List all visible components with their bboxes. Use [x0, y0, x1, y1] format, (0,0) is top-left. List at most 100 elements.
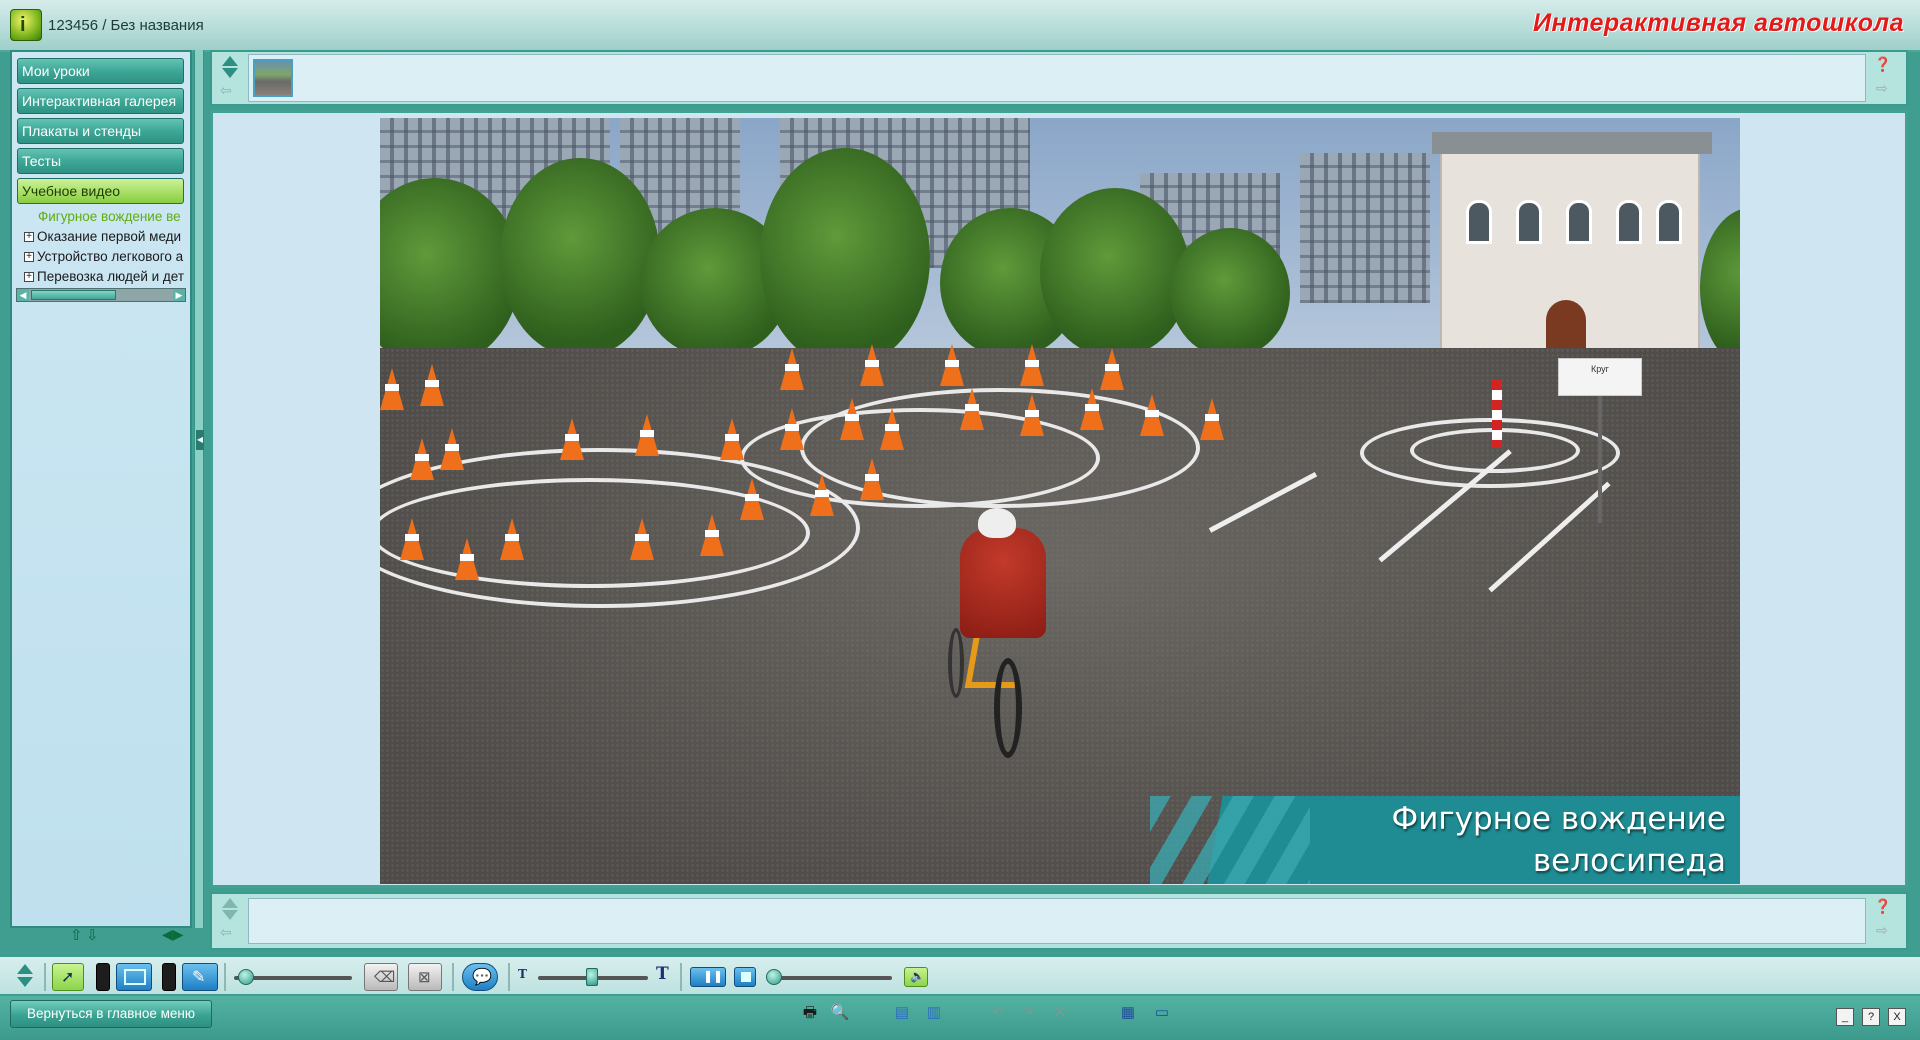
scroll-left-icon[interactable]: ◀ — [17, 289, 29, 301]
video-cone — [940, 344, 964, 386]
fullscreen-icon[interactable]: ▭ — [1152, 1004, 1172, 1022]
tree-horizontal-scrollbar[interactable]: ◀ ▶ — [16, 288, 186, 302]
video-cone — [410, 438, 434, 480]
redo-icon[interactable]: ↷ — [1018, 1004, 1038, 1022]
bottom-bar: Вернуться в главное меню 🖶 🔍 ▤ ▥ ↶ ↷ ✕ ▦… — [0, 996, 1920, 1040]
font-size-slider-knob[interactable] — [586, 968, 598, 986]
expand-icon[interactable]: + — [24, 272, 34, 283]
arrow-up-icon[interactable]: ⇧ — [70, 926, 83, 944]
help-button[interactable]: ? — [1862, 1008, 1880, 1026]
video-cone — [1020, 394, 1044, 436]
zoom-icon[interactable]: 🔍 — [830, 1004, 850, 1022]
content-viewer: Круг Фигурное вождение велосипеда — [210, 110, 1908, 888]
volume-button[interactable]: 🔈 — [904, 967, 928, 987]
video-sign: Круг — [1558, 358, 1642, 396]
brand-title: Интерактивная автошкола — [1533, 9, 1904, 37]
scroll-right-icon[interactable]: ▶ — [173, 289, 185, 301]
tree-item-first-aid[interactable]: + Оказание первой меди — [24, 229, 184, 244]
stop-icon — [741, 972, 751, 982]
tree-item-car-structure[interactable]: + Устройство легкового а — [24, 249, 184, 264]
help-page-icon[interactable]: ❓ — [1874, 56, 1891, 73]
arrow-down-icon[interactable]: ⇩ — [86, 926, 99, 944]
app-logo-icon: i — [10, 9, 42, 41]
video-player[interactable]: Круг Фигурное вождение велосипеда — [380, 118, 1740, 884]
notes-down-icon[interactable] — [222, 910, 238, 920]
pencil-icon: ✎ — [192, 969, 206, 986]
notes-text-area[interactable] — [248, 898, 1866, 944]
line-width-slider-knob[interactable] — [238, 969, 254, 985]
video-tree — [1040, 188, 1190, 358]
strip-back-icon[interactable]: ⇦ — [220, 82, 232, 99]
pause-button[interactable]: ❚❚ — [690, 967, 726, 987]
small-font-icon: T — [518, 967, 527, 981]
slide-thumbnail-strip: ⇦ ❓ ⇨ — [210, 50, 1908, 106]
video-cone — [500, 518, 524, 560]
video-cone — [880, 408, 904, 450]
splitter-handle-icon[interactable]: ◀ — [196, 430, 204, 450]
thumbnail-list — [248, 54, 1866, 102]
eraser-button[interactable]: ⌫ — [364, 963, 398, 991]
video-thumbnail[interactable] — [253, 59, 293, 97]
nav-tests[interactable]: Тесты — [17, 148, 184, 174]
tree-item-figure-driving[interactable]: Фигурное вождение ве — [38, 209, 198, 224]
speech-bubble-icon: 💬 — [472, 969, 492, 986]
tree-item-transport-people[interactable]: + Перевозка людей и дет — [24, 269, 184, 284]
video-cone — [840, 398, 864, 440]
highlighter-tool-button[interactable]: ✎ — [182, 963, 218, 991]
import-icon[interactable]: ▥ — [924, 1004, 944, 1022]
title-bar: i 123456 / Без названия Интерактивная ав… — [0, 0, 1920, 52]
nav-my-lessons[interactable]: Мои уроки — [17, 58, 184, 84]
export-icon[interactable]: ▤ — [892, 1004, 912, 1022]
video-progress-track[interactable] — [770, 976, 892, 980]
video-cone — [1080, 388, 1104, 430]
strip-down-icon[interactable] — [222, 68, 238, 78]
video-tree — [1170, 228, 1290, 358]
scrollbar-thumb[interactable] — [31, 290, 116, 300]
undo-icon[interactable]: ↶ — [988, 1004, 1008, 1022]
toolbar-toggle-icon[interactable] — [14, 964, 36, 992]
layout-icon[interactable]: ▦ — [1118, 1004, 1138, 1022]
nav-training-video[interactable]: Учебное видео — [17, 178, 184, 204]
print-icon[interactable]: 🖶 — [800, 1004, 820, 1022]
toolbar-separator — [508, 963, 510, 991]
video-tree — [500, 158, 660, 358]
main-menu-button[interactable]: Вернуться в главное меню — [10, 1000, 212, 1028]
video-cone — [780, 408, 804, 450]
marker-color-swatch[interactable] — [162, 963, 176, 991]
panel-splitter[interactable]: ◀ — [194, 50, 204, 928]
expand-icon[interactable]: + — [24, 252, 34, 263]
nav-posters[interactable]: Плакаты и стенды — [17, 118, 184, 144]
notes-up-icon[interactable] — [222, 898, 238, 908]
clear-drawing-button[interactable]: ⊠ — [408, 963, 442, 991]
stop-button[interactable] — [734, 967, 756, 987]
delete-icon[interactable]: ✕ — [1050, 1004, 1070, 1022]
pen-color-swatch[interactable] — [96, 963, 110, 991]
video-cone — [860, 344, 884, 386]
video-cone — [740, 478, 764, 520]
move-up-down-icons: ⇧ ⇩ — [70, 926, 110, 944]
speaker-icon: 🔈 — [910, 969, 925, 983]
rectangle-icon — [124, 969, 146, 985]
strip-controls: ⇦ — [218, 56, 242, 100]
notes-back-icon[interactable]: ⇦ — [220, 924, 232, 941]
strip-forward-icon[interactable]: ⇨ — [1876, 80, 1888, 97]
video-cone — [420, 364, 444, 406]
comment-button[interactable]: 💬 — [462, 963, 498, 991]
notes-help-icon[interactable]: ❓ — [1874, 898, 1891, 915]
video-cone — [1200, 398, 1224, 440]
toolbar-separator — [224, 963, 226, 991]
minimize-button[interactable]: _ — [1836, 1008, 1854, 1026]
nav-interactive-gallery[interactable]: Интерактивная галерея — [17, 88, 184, 114]
collapse-expand-icon[interactable]: ◀▶ — [162, 926, 188, 944]
close-button[interactable]: X — [1888, 1008, 1906, 1026]
video-cone — [635, 414, 659, 456]
strip-up-icon[interactable] — [222, 56, 238, 66]
notes-forward-icon[interactable]: ⇨ — [1876, 922, 1888, 939]
strip-right-controls: ❓ ⇨ — [1872, 56, 1900, 100]
pointer-tool-button[interactable]: ➚ — [52, 963, 84, 991]
expand-icon[interactable]: + — [24, 232, 34, 243]
drawing-toolbar: ➚ ✎ ⌫ ⊠ 💬 T T ❚❚ 🔈 — [0, 955, 1920, 995]
video-progress-knob[interactable] — [766, 969, 782, 985]
video-cone — [630, 518, 654, 560]
shape-tool-button[interactable] — [116, 963, 152, 991]
